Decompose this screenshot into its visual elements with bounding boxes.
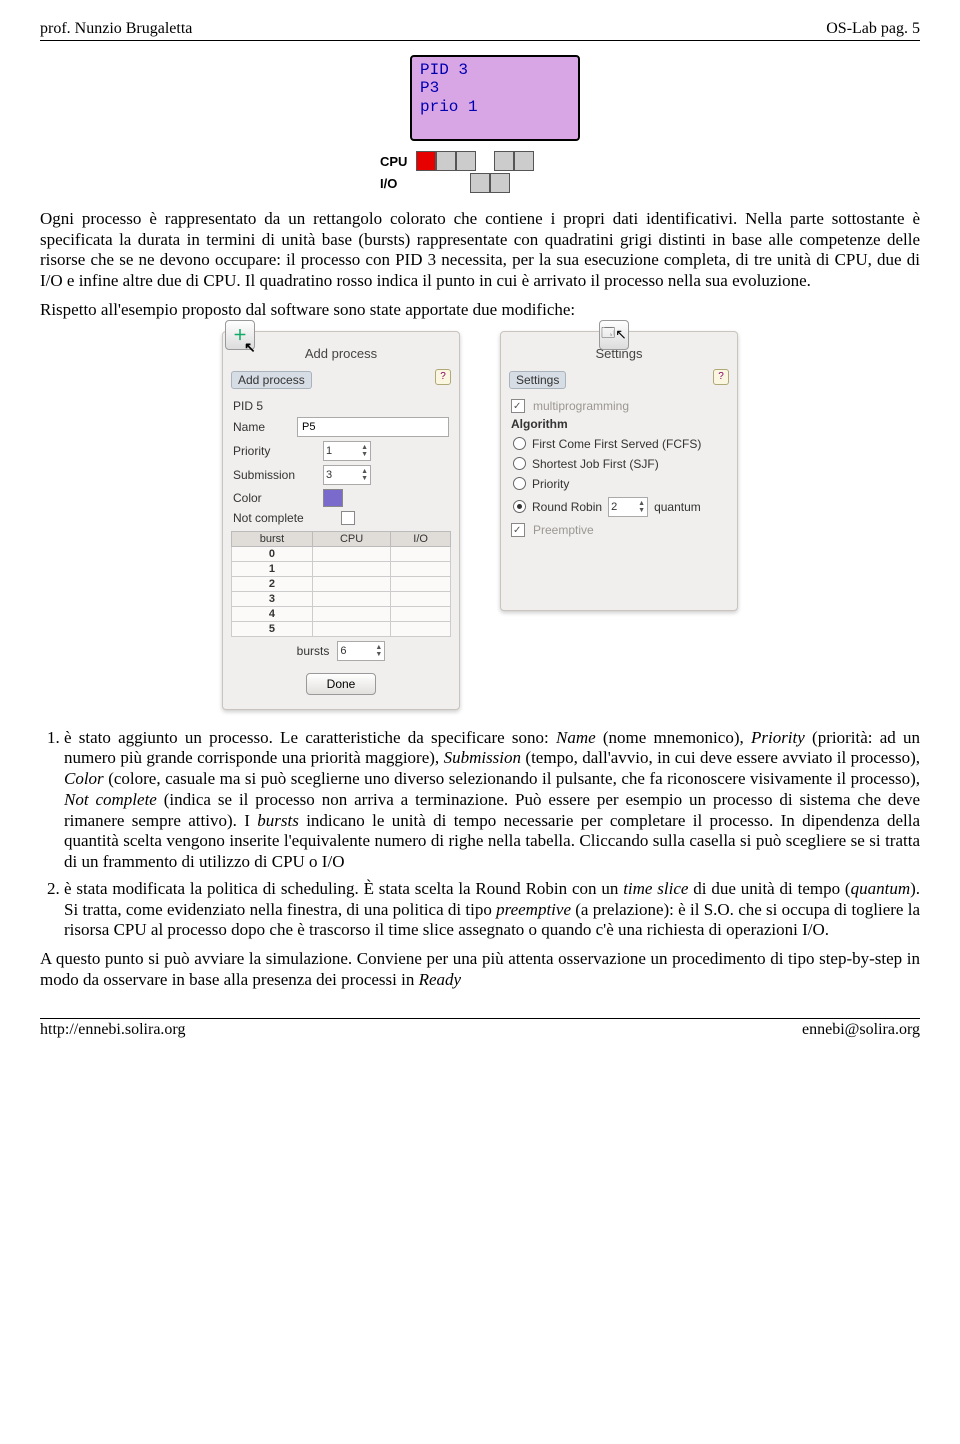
radio-fcfs[interactable]: First Come First Served (FCFS) — [513, 437, 725, 451]
settings-tab[interactable]: Settings — [509, 371, 566, 389]
pid-label: PID 5 — [233, 399, 263, 413]
io-cell — [470, 173, 490, 193]
add-process-panel: ＋↖ Add process Add process ? PID 5 Name … — [222, 331, 460, 710]
preemptive-label: Preemptive — [533, 523, 594, 537]
cpu-cell — [494, 151, 514, 171]
bursts-stepper[interactable]: 6▲▼ — [337, 641, 385, 661]
cpu-cell — [514, 151, 534, 171]
multiprogramming-checkbox[interactable] — [511, 399, 525, 413]
header-left: prof. Nunzio Brugaletta — [40, 20, 192, 38]
plus-icon: ＋ — [233, 325, 247, 345]
add-process-tab[interactable]: Add process — [231, 371, 312, 389]
paragraph-2: Rispetto all'esempio proposto dal softwa… — [40, 300, 920, 321]
diagram-prio: prio 1 — [420, 98, 570, 116]
table-row[interactable]: 4 — [232, 606, 313, 621]
color-label: Color — [233, 491, 315, 505]
footer-right: ennebi@solira.org — [802, 1021, 920, 1039]
cpu-label: CPU — [380, 154, 410, 169]
priority-label: Priority — [233, 444, 315, 458]
gap — [452, 173, 470, 191]
radio-priority[interactable]: Priority — [513, 477, 725, 491]
cursor-icon: ↖ — [615, 326, 627, 343]
diagram-pname: P3 — [420, 79, 570, 97]
process-diagram: PID 3 P3 prio 1 CPU I/O — [40, 55, 920, 195]
table-row[interactable]: 0 — [232, 546, 313, 561]
gap — [416, 173, 434, 191]
paragraph-1: Ogni processo è rappresentato da un rett… — [40, 209, 920, 292]
gap — [476, 151, 494, 169]
io-cell — [490, 173, 510, 193]
tbl-head-cpu: CPU — [312, 531, 390, 546]
footer-left: http://ennebi.solira.org — [40, 1021, 185, 1039]
cpu-cell — [436, 151, 456, 171]
table-row[interactable]: 3 — [232, 591, 313, 606]
radio-roundrobin[interactable]: Round Robin 2▲▼ quantum — [513, 497, 725, 517]
priority-stepper[interactable]: 1▲▼ — [323, 441, 371, 461]
multiprogramming-label: multiprogramming — [533, 399, 629, 413]
addprocess-title: Add process — [231, 346, 451, 361]
add-process-toolbar-button[interactable]: ＋↖ — [225, 320, 255, 350]
tbl-head-io: I/O — [391, 531, 451, 546]
table-row[interactable]: 2 — [232, 576, 313, 591]
help-icon[interactable]: ? — [435, 369, 451, 385]
preemptive-checkbox[interactable] — [511, 523, 525, 537]
settings-toolbar-button[interactable]: 🗔↖ — [599, 320, 629, 350]
gap — [434, 173, 452, 191]
name-input[interactable] — [297, 417, 449, 437]
tbl-head-burst: burst — [232, 531, 313, 546]
header-right: OS-Lab pag. 5 — [826, 20, 920, 38]
bursts-table: burst CPU I/O 0 1 2 3 4 5 — [231, 531, 451, 637]
algorithm-heading: Algorithm — [511, 417, 727, 431]
help-icon[interactable]: ? — [713, 369, 729, 385]
table-row[interactable]: 5 — [232, 621, 313, 636]
settings-panel: 🗔↖ Settings Settings ? multiprogramming … — [500, 331, 738, 611]
done-button[interactable]: Done — [306, 673, 377, 695]
cpu-cell — [456, 151, 476, 171]
name-label: Name — [233, 420, 289, 434]
paragraph-3: A questo punto si può avviare la simulaz… — [40, 949, 920, 990]
io-label: I/O — [380, 176, 410, 191]
notcomplete-label: Not complete — [233, 511, 333, 525]
quantum-stepper[interactable]: 2▲▼ — [608, 497, 648, 517]
cpu-cell-current — [416, 151, 436, 171]
notcomplete-checkbox[interactable] — [341, 511, 355, 525]
list-item-2: è stata modificata la politica di schedu… — [64, 879, 920, 941]
table-row[interactable]: 1 — [232, 561, 313, 576]
list-item-1: è stato aggiunto un processo. Le caratte… — [64, 728, 920, 873]
submission-label: Submission — [233, 468, 315, 482]
settings-icon: 🗔 — [601, 324, 615, 346]
color-swatch-button[interactable] — [323, 489, 343, 507]
diagram-pid: PID 3 — [420, 61, 570, 79]
radio-sjf[interactable]: Shortest Job First (SJF) — [513, 457, 725, 471]
bursts-label: bursts — [297, 644, 330, 658]
submission-stepper[interactable]: 3▲▼ — [323, 465, 371, 485]
